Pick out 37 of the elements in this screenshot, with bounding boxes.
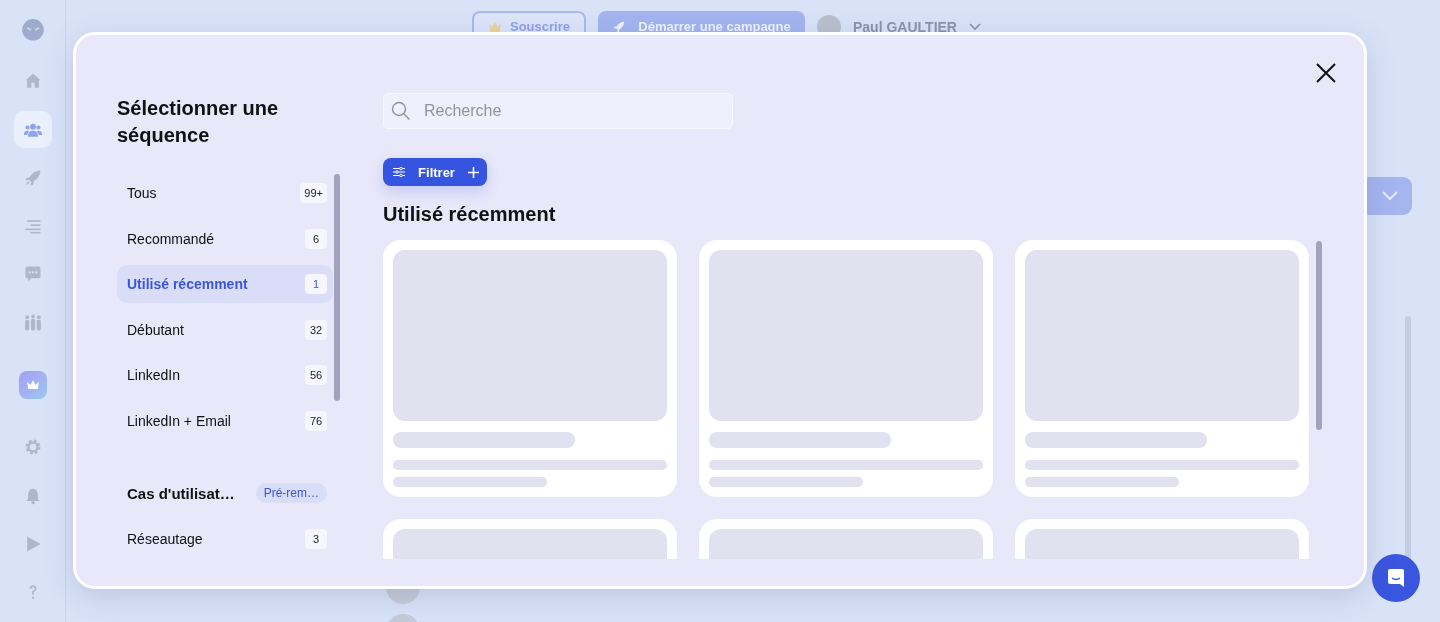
count-badge: 76 bbox=[305, 410, 327, 431]
count-badge: 6 bbox=[305, 228, 327, 249]
filter-button[interactable]: Filtrer bbox=[383, 158, 487, 186]
plus-icon bbox=[468, 166, 479, 178]
category-item[interactable]: LinkedIn + Email 76 bbox=[117, 401, 333, 440]
card[interactable] bbox=[699, 240, 993, 497]
card[interactable] bbox=[383, 240, 677, 497]
category-item[interactable]: Utilisé récemment 1 bbox=[117, 265, 333, 303]
count-badge: 56 bbox=[305, 365, 327, 385]
tag: Pré-rem… bbox=[255, 483, 327, 503]
nav-item[interactable] bbox=[13, 110, 52, 149]
category-item[interactable]: Recommandé 6 bbox=[117, 219, 333, 258]
category-item[interactable]: Débutant 32 bbox=[117, 310, 333, 349]
card[interactable] bbox=[1015, 240, 1309, 497]
section-title: Cas d'utilisat… bbox=[127, 484, 235, 502]
count-badge: 99+ bbox=[300, 183, 327, 203]
category-item[interactable]: Réseautage 3 bbox=[117, 519, 333, 558]
crown-icon bbox=[488, 20, 502, 33]
modal-title: Sélectionner une séquence bbox=[117, 96, 280, 148]
logo-icon[interactable] bbox=[20, 18, 45, 42]
chevron-down-icon bbox=[1382, 191, 1398, 201]
chevron-down-icon[interactable] bbox=[968, 22, 981, 31]
chat-button[interactable] bbox=[1372, 554, 1420, 602]
scrollbar[interactable] bbox=[1316, 241, 1322, 430]
category-item[interactable]: LinkedIn 56 bbox=[117, 356, 333, 394]
count-badge: 1 bbox=[305, 274, 327, 294]
count-badge: 32 bbox=[305, 319, 327, 340]
crown-icon bbox=[18, 371, 47, 400]
section-heading: Utilisé récemment bbox=[383, 202, 556, 227]
search-icon bbox=[391, 101, 411, 121]
count-badge: 3 bbox=[305, 528, 327, 549]
scrollbar[interactable] bbox=[1405, 316, 1411, 560]
category-item[interactable]: Tous 99+ bbox=[117, 174, 333, 212]
search-field[interactable]: Recherche bbox=[383, 93, 733, 129]
sliders-icon bbox=[393, 167, 405, 177]
scrollbar[interactable] bbox=[334, 174, 340, 401]
group-icon bbox=[22, 312, 43, 333]
